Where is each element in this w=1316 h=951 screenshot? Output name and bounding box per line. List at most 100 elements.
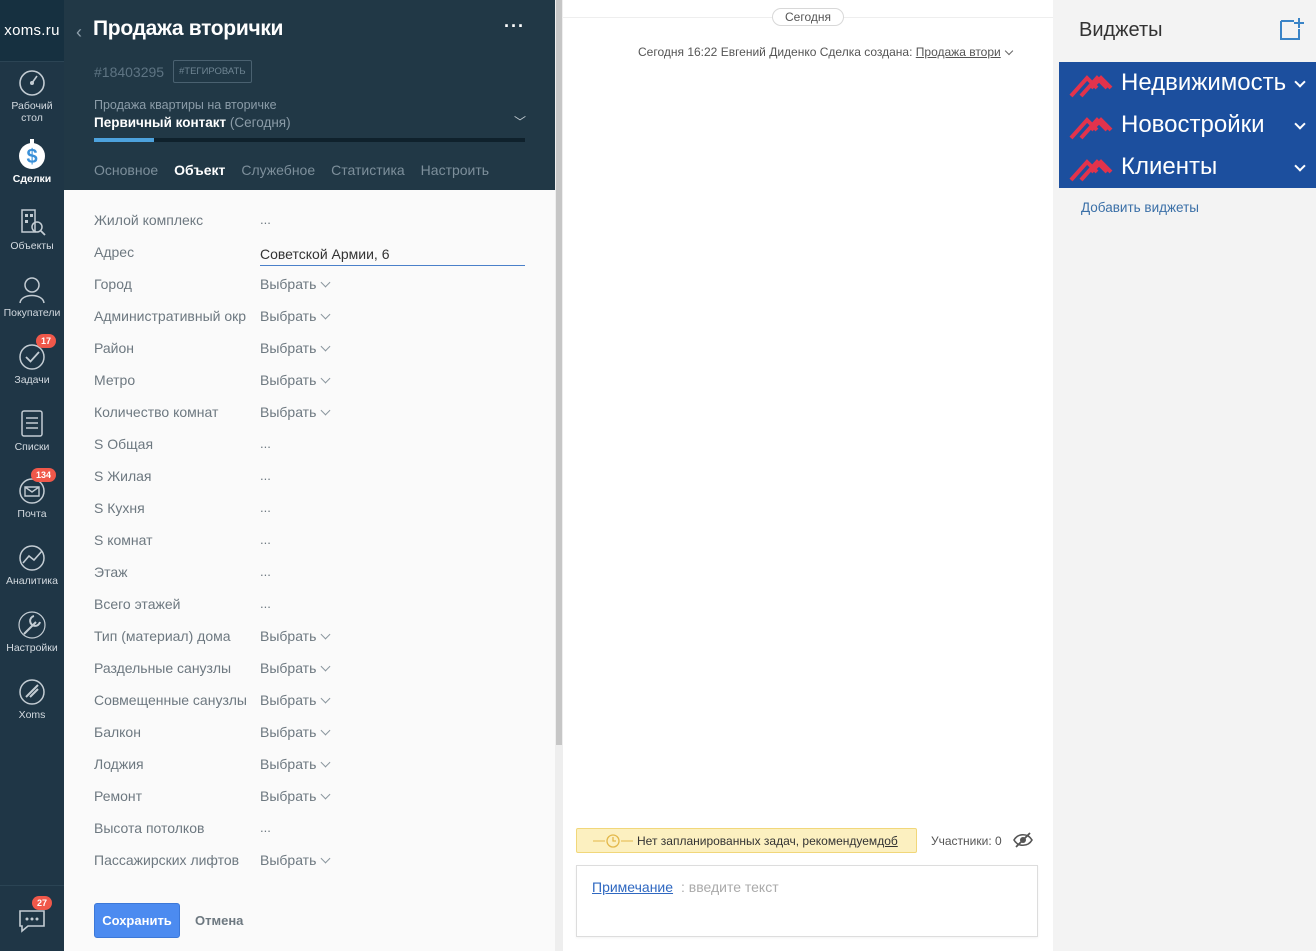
field-value-text: ... <box>260 820 271 835</box>
widget-logo-icon <box>1069 159 1113 182</box>
tab-service[interactable]: Служебное <box>241 162 315 178</box>
field-select[interactable]: Выбрать <box>260 660 331 676</box>
feed-event: Сегодня 16:22 Евгений Диденко Сделка соз… <box>638 45 1013 59</box>
settings-icon <box>18 611 46 639</box>
xoms-icon <box>19 679 45 705</box>
tag-button[interactable]: #ТЕГИРОВАТЬ <box>173 60 252 83</box>
buyers-icon <box>19 277 45 304</box>
field-row: S комнат... <box>94 524 525 556</box>
tab-statistics[interactable]: Статистика <box>331 162 405 178</box>
field-value-text: Выбрать <box>260 372 317 388</box>
field-value-text: Выбрать <box>260 852 317 868</box>
field-value-text: Выбрать <box>260 308 317 324</box>
field-select[interactable]: Выбрать <box>260 724 331 740</box>
field-label: S Жилая <box>94 468 152 484</box>
field-select[interactable]: Выбрать <box>260 340 331 356</box>
nav-label-dashboard: Рабочий стол <box>11 100 53 124</box>
chevron-down-icon <box>320 373 331 384</box>
add-widgets-link[interactable]: Добавить виджеты <box>1081 200 1199 215</box>
nav-item-tasks[interactable]: Задачи 17 <box>0 330 64 397</box>
field-select[interactable]: Выбрать <box>260 852 331 868</box>
field-row: S Кухня... <box>94 492 525 524</box>
add-widget-icon[interactable] <box>1279 17 1305 41</box>
field-value-text: Выбрать <box>260 340 317 356</box>
chevron-down-icon[interactable]: ﹀ <box>514 113 526 130</box>
field-label: S Кухня <box>94 500 145 516</box>
field-value-text: Выбрать <box>260 628 317 644</box>
object-fields: Жилой комплекс...АдресГородВыбратьАдмини… <box>94 204 525 876</box>
widget-logo-icon <box>1069 75 1113 98</box>
widget-label-clients: Клиенты <box>1121 153 1218 180</box>
field-select[interactable]: Выбрать <box>260 372 331 388</box>
field-value[interactable]: ... <box>260 500 271 515</box>
field-row: Адрес <box>94 236 525 268</box>
app-root: xoms.ru Рабочий стол $ Сделки Объекты По… <box>0 0 1316 951</box>
add-task-link[interactable]: доб <box>877 834 898 848</box>
field-value[interactable]: ... <box>260 468 271 483</box>
note-input[interactable]: Примечание : введите текст <box>576 865 1038 937</box>
address-input[interactable] <box>260 240 525 266</box>
more-icon[interactable]: ··· <box>504 16 525 37</box>
field-label: Пассажирских лифтов <box>94 852 240 868</box>
field-value[interactable]: ... <box>260 532 271 547</box>
field-select[interactable]: Выбрать <box>260 756 331 772</box>
field-select[interactable]: Выбрать <box>260 404 331 420</box>
chat-button[interactable]: 27 <box>0 885 64 951</box>
field-label: Количество комнат <box>94 404 219 420</box>
tab-configure[interactable]: Настроить <box>421 162 489 178</box>
nav-item-dashboard[interactable]: Рабочий стол <box>0 62 64 129</box>
field-select[interactable]: Выбрать <box>260 276 331 292</box>
field-value[interactable]: ... <box>260 436 271 451</box>
card-footer: Сохранить Отмена <box>64 886 555 951</box>
nav-item-settings[interactable]: Настройки <box>0 598 64 665</box>
field-value-text: Выбрать <box>260 276 317 292</box>
nav-label-buyers: Покупатели <box>3 307 61 320</box>
back-icon[interactable]: ‹ <box>76 22 82 43</box>
field-select[interactable]: Выбрать <box>260 308 331 324</box>
deal-card-header: ‹ Продажа вторички ··· #18403295 #ТЕГИРО… <box>64 0 555 190</box>
chevron-down-icon <box>320 725 331 736</box>
field-value[interactable]: ... <box>260 596 271 611</box>
widget-newbuildings[interactable]: Новостройки <box>1059 104 1316 146</box>
nav-item-analytics[interactable]: Аналитика <box>0 531 64 598</box>
card-tabs: Основное Объект Служебное Статистика Нас… <box>94 162 489 178</box>
mail-badge: 134 <box>30 468 56 482</box>
nav-item-xoms[interactable]: Xoms <box>0 665 64 732</box>
note-type-link[interactable]: Примечание <box>592 879 673 895</box>
field-select[interactable]: Выбрать <box>260 628 331 644</box>
field-row: Пассажирских лифтов Выбрать <box>94 844 525 876</box>
chevron-down-icon <box>1294 118 1306 130</box>
chevron-down-icon <box>320 853 331 864</box>
nav-item-lists[interactable]: Списки <box>0 397 64 464</box>
note-placeholder: : введите текст <box>681 879 779 895</box>
field-label: Раздельные санузлы <box>94 660 232 676</box>
nav-item-objects[interactable]: Объекты <box>0 196 64 263</box>
widget-clients[interactable]: Клиенты <box>1059 146 1316 188</box>
field-value[interactable]: ... <box>260 212 271 227</box>
nav-item-deals[interactable]: $ Сделки <box>0 129 64 196</box>
save-button[interactable]: Сохранить <box>94 903 180 938</box>
event-deal-link[interactable]: Продажа втори <box>916 45 1001 59</box>
field-value[interactable]: ... <box>260 564 271 579</box>
field-select[interactable]: Выбрать <box>260 692 331 708</box>
cancel-button[interactable]: Отмена <box>195 913 243 928</box>
logo[interactable]: xoms.ru <box>0 0 64 62</box>
field-value[interactable]: ... <box>260 820 271 835</box>
nav-item-mail[interactable]: Почта 134 <box>0 464 64 531</box>
field-label: Метро <box>94 372 136 388</box>
field-label: Балкон <box>94 724 141 740</box>
deal-title[interactable]: Продажа вторички <box>93 17 283 41</box>
participants-count[interactable]: Участники: 0 <box>931 834 1002 848</box>
field-row: Совмещенные санузлы Выбрать <box>94 684 525 716</box>
widget-realty[interactable]: Недвижимость <box>1059 62 1316 104</box>
card-scrollbar[interactable] <box>556 0 562 745</box>
svg-text:$: $ <box>26 146 37 168</box>
chevron-down-icon[interactable] <box>1004 46 1013 56</box>
nav-item-buyers[interactable]: Покупатели <box>0 263 64 330</box>
eye-off-icon[interactable] <box>1013 830 1033 850</box>
field-select[interactable]: Выбрать <box>260 788 331 804</box>
tab-main[interactable]: Основное <box>94 162 158 178</box>
stage-select[interactable]: Первичный контакт (Сегодня) <box>94 115 291 130</box>
field-label: Этаж <box>94 564 128 580</box>
tab-object[interactable]: Объект <box>174 162 225 178</box>
